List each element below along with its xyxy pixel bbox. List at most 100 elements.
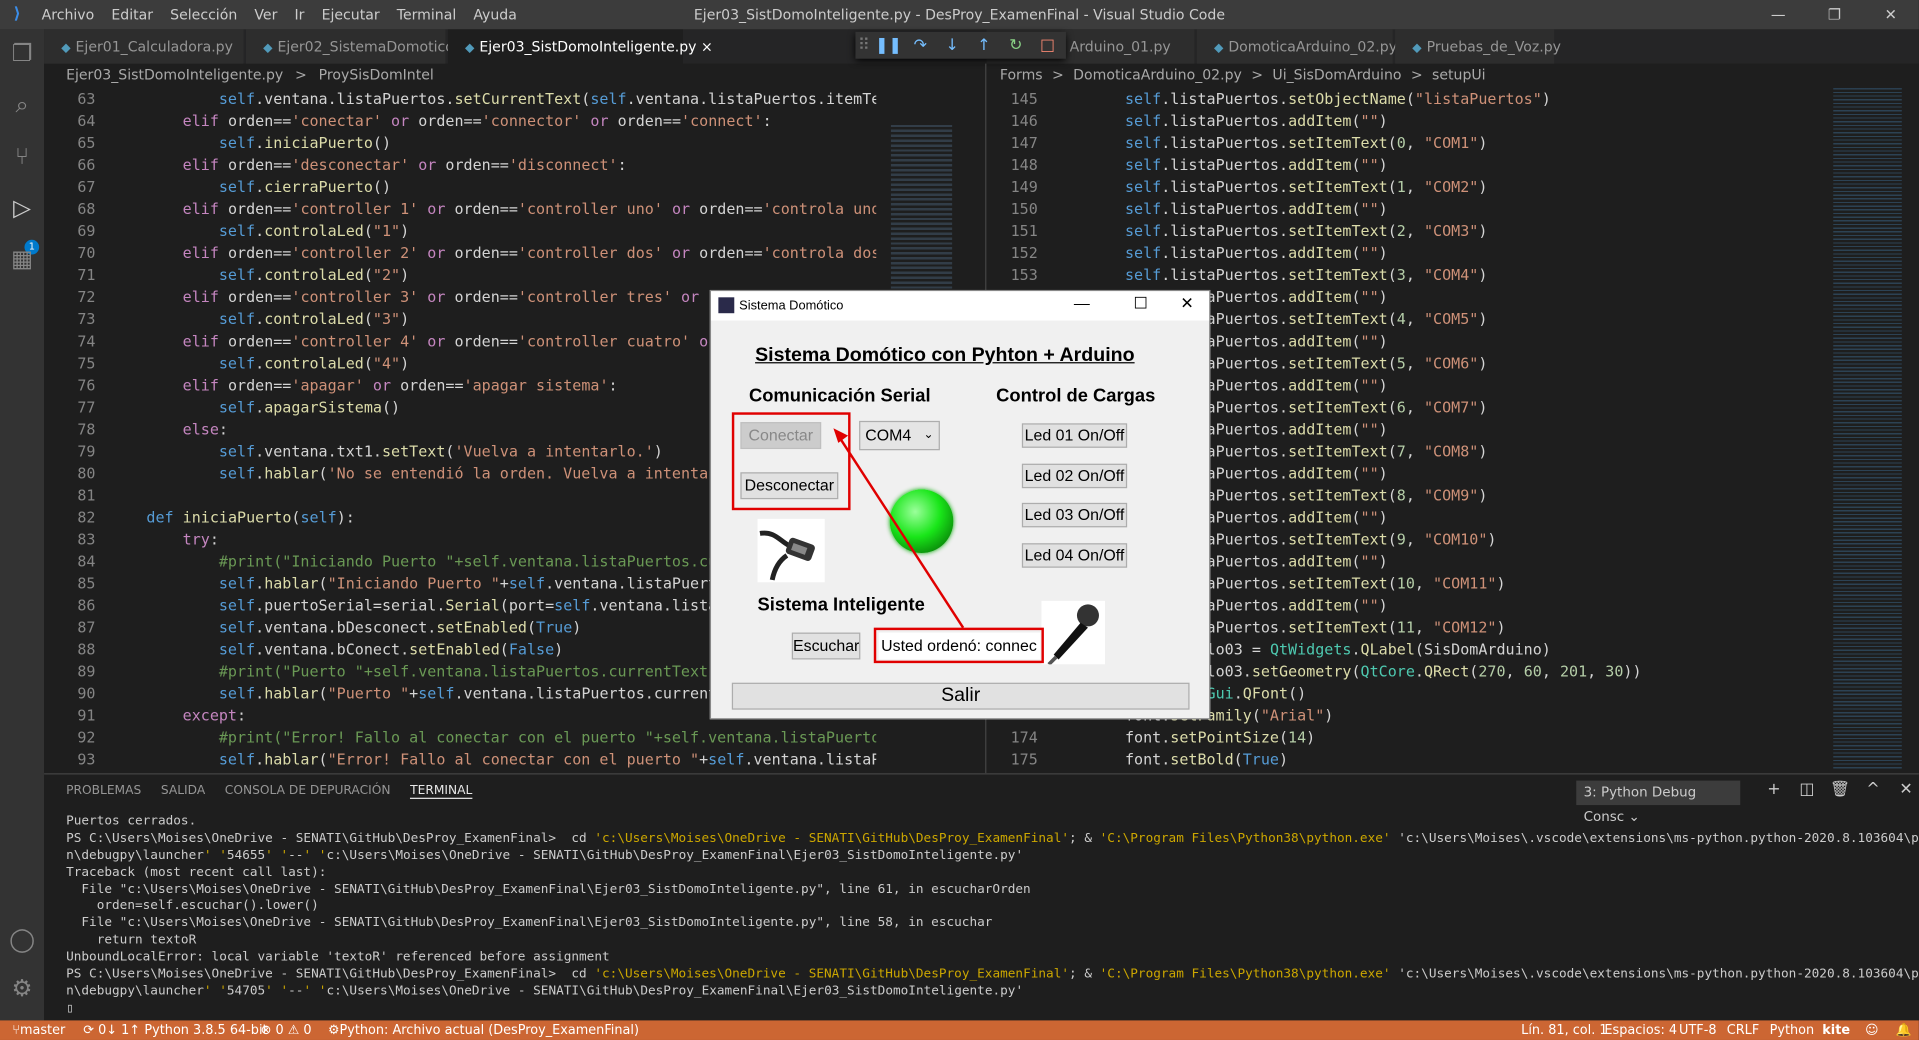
tab-pruebas-voz[interactable]: ◆ Pruebas_de_Voz.py [1395, 29, 1561, 64]
tab-ejer02[interactable]: ◆ Ejer02_SistemaDomotico.py [245, 29, 475, 64]
breadcrumb-file[interactable]: DomoticaArduino_02.py [1073, 66, 1242, 83]
tab-terminal[interactable]: TERMINAL [410, 784, 473, 799]
bell-icon[interactable]: 🔔 [1896, 1020, 1912, 1040]
tab-salida[interactable]: SALIDA [161, 784, 205, 799]
feedback-icon[interactable]: ☺ [1865, 1020, 1878, 1040]
code-line[interactable]: 175 font.setBold(True) [986, 749, 1828, 771]
minimap-right[interactable] [1828, 88, 1910, 771]
code-text: self.puertoSerial=serial.Serial(port=sel… [218, 597, 718, 615]
terminal-output[interactable]: Puertos cerrados. PS C:\Users\Moises\OneD… [66, 814, 1919, 1018]
line-number: 78 [77, 420, 96, 439]
language-mode[interactable]: Python [1770, 1020, 1815, 1040]
code-line[interactable]: 148 self.listaPuertos.addItem("") [986, 154, 1828, 176]
restart-icon[interactable]: ↻ [1000, 36, 1032, 54]
breadcrumb-folder[interactable]: Forms [1000, 66, 1043, 83]
line-number: 69 [77, 222, 96, 240]
pause-icon[interactable]: ❚❚ [873, 36, 905, 54]
breadcrumb-sep: > [1052, 66, 1064, 84]
code-line[interactable]: 92 #print("Error! Fallo al conectar con … [44, 727, 876, 749]
line-number: 147 [1010, 134, 1038, 152]
line-number: 76 [77, 376, 96, 394]
code-line[interactable]: 151 self.listaPuertos.setItemText(2, "CO… [986, 220, 1828, 242]
code-line[interactable]: 71 self.controlaLed("2") [44, 264, 876, 286]
code-line[interactable]: 149 self.listaPuertos.setItemText(1, "CO… [986, 176, 1828, 198]
close-tab-icon[interactable]: × [701, 38, 713, 55]
encoding[interactable]: UTF-8 [1679, 1020, 1716, 1040]
code-text: self.listaPuertos.addItem("") [1124, 156, 1388, 174]
drag-handle-icon[interactable]: ⠿ [855, 36, 872, 54]
code-line[interactable]: 70 elif orden=='controller 2' or orden==… [44, 242, 876, 264]
code-line[interactable]: 146 self.listaPuertos.addItem("") [986, 110, 1828, 132]
minimize-icon[interactable]: — [1750, 0, 1806, 29]
step-over-icon[interactable]: ↷ [904, 36, 936, 54]
kite-indicator[interactable]: kite [1822, 1020, 1850, 1040]
breadcrumb-sep: > [1410, 66, 1423, 84]
code-line[interactable]: 65 self.iniciaPuerto() [44, 132, 876, 154]
line-number: 153 [1010, 266, 1038, 284]
add-icon[interactable]: + [1757, 781, 1790, 799]
code-text: self.controlaLed("3") [218, 310, 410, 328]
code-line[interactable]: 66 elif orden=='desconectar' or orden=='… [44, 154, 876, 176]
breadcrumb-class[interactable]: Ui_SisDomArduino [1272, 66, 1401, 83]
tab-ejer01[interactable]: ◆ Ejer01_Calculadora.py [44, 29, 244, 64]
code-line[interactable]: 150 self.listaPuertos.addItem("") [986, 198, 1828, 220]
code-text: #print("Puerto "+self.ventana.listaPuert… [110, 663, 718, 681]
search-icon[interactable]: ⌕ [7, 91, 36, 120]
code-line[interactable]: 93 self.hablar("Error! Fallo al conectar… [44, 749, 876, 771]
explorer-icon[interactable]: ❐ [7, 39, 36, 68]
code-text: except: [182, 707, 247, 725]
editor-tabs-left: ◆ Ejer01_Calculadora.py ◆ Ejer02_SistemaDo… [44, 29, 987, 64]
code-line[interactable]: 174 font.setPointSize(14) [986, 727, 1828, 749]
close-icon[interactable]: ✕ [1863, 0, 1919, 29]
gear-icon[interactable]: ⚙ [7, 974, 36, 1003]
python-interpreter[interactable]: Python 3.8.5 64-bit [144, 1020, 267, 1040]
terminal-select[interactable]: 3: Python Debug Consc ⌄ [1576, 780, 1741, 825]
code-text: self.ventana.txt1.setText('Vuelva a inte… [218, 442, 663, 461]
code-line[interactable]: 64 elif orden=='conectar' or orden=='con… [44, 110, 876, 132]
code-text: self.listaPuertos.addItem("") [1124, 112, 1388, 130]
code-line[interactable]: 152 self.listaPuertos.addItem("") [986, 242, 1828, 264]
line-number: 87 [77, 619, 96, 637]
code-text: self.ventana.bConect.setEnabled(False) [218, 641, 564, 659]
split-icon[interactable]: ◫ [1790, 781, 1823, 799]
eol[interactable]: CRLF [1727, 1020, 1759, 1040]
trash-icon[interactable]: 🗑 [1823, 781, 1856, 799]
code-line[interactable]: 69 self.controlaLed("1") [44, 220, 876, 242]
step-into-icon[interactable]: ↓ [936, 36, 968, 54]
cursor-position[interactable]: Lín. 81, col. 1 [1521, 1020, 1607, 1040]
line-number: 67 [77, 178, 96, 196]
code-text: font.setPointSize(14) [1052, 729, 1316, 747]
tab-problemas[interactable]: PROBLEMAS [66, 784, 141, 799]
code-line[interactable]: 153 self.listaPuertos.setItemText(3, "CO… [986, 264, 1828, 286]
chevron-up-icon[interactable]: ^ [1857, 781, 1890, 799]
restore-icon[interactable]: ❐ [1806, 0, 1862, 29]
terminal-line: File "c:\Users\Moises\OneDrive - SENATI\… [66, 915, 993, 931]
problems-indicator[interactable]: ⊗ 0 ⚠ 0 [261, 1020, 312, 1040]
code-line[interactable]: 145 self.listaPuertos.setObjectName("lis… [986, 88, 1828, 110]
stop-icon[interactable]: □ [1032, 36, 1064, 54]
step-out-icon[interactable]: ↑ [968, 36, 1000, 54]
tab-domotica02[interactable]: ◆ DomoticaArduino_02.py [1196, 29, 1397, 64]
title-bar: ⟩ Archivo Editar Selección Ver Ir Ejecutar Ter… [0, 0, 1919, 30]
indent-setting[interactable]: Espacios: 4 [1604, 1020, 1677, 1040]
account-icon[interactable]: ◯ [7, 925, 36, 954]
close-icon[interactable]: ✕ [1890, 781, 1919, 799]
code-line[interactable]: 147 self.listaPuertos.setItemText(0, "CO… [986, 132, 1828, 154]
tab-ejer03[interactable]: ◆ Ejer03_SistDomoInteligente.py × [447, 29, 713, 64]
extensions-icon[interactable]: ▦ [7, 245, 36, 274]
breadcrumb-method[interactable]: setupUi [1432, 66, 1486, 83]
line-number: 63 [77, 90, 96, 108]
branch-indicator[interactable]: ⑂ master [12, 1020, 65, 1040]
source-control-icon[interactable]: ⑂ [7, 142, 36, 171]
line-number: 91 [77, 707, 96, 725]
code-line[interactable]: 68 elif orden=='controller 1' or orden==… [44, 198, 876, 220]
breadcrumb-class[interactable]: ProySisDomIntel [319, 66, 434, 83]
run-config[interactable]: ⚙ Python: Archivo actual (DesProy_Examen… [328, 1020, 639, 1040]
sync-indicator[interactable]: ⟳ 0↓ 1↑ [83, 1020, 140, 1040]
line-number: 81 [77, 486, 96, 505]
breadcrumb-file[interactable]: Ejer03_SistDomoInteligente.py [66, 66, 283, 83]
code-line[interactable]: 67 self.cierraPuerto() [44, 176, 876, 198]
tab-consola[interactable]: CONSOLA DE DEPURACIÓN [225, 784, 391, 799]
code-line[interactable]: 63 self.ventana.listaPuertos.setCurrentT… [44, 88, 876, 110]
run-debug-icon[interactable]: ▷ [7, 193, 36, 222]
